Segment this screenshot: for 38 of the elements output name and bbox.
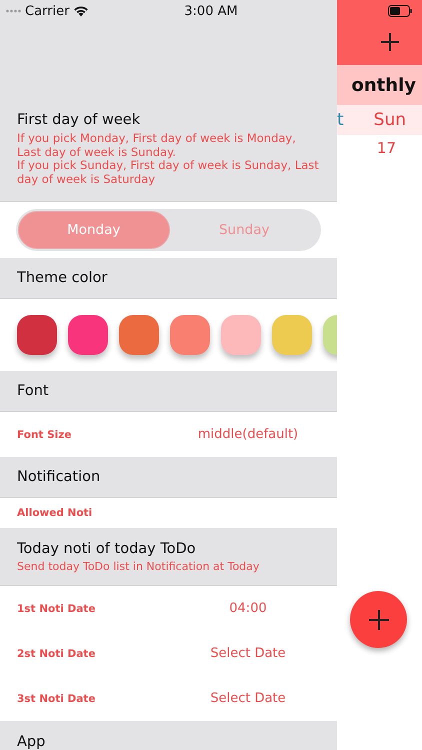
color-swatch[interactable]: [68, 315, 108, 355]
section-header: Font: [0, 371, 337, 412]
weekday-header: Sun: [374, 110, 406, 130]
color-swatch[interactable]: [119, 315, 159, 355]
color-swatch[interactable]: [170, 315, 210, 355]
date-cell[interactable]: 17: [376, 138, 396, 156]
setting-label: 3st Noti Date: [17, 692, 96, 704]
wifi-icon: [73, 5, 90, 17]
setting-label: 2st Noti Date: [17, 648, 96, 660]
month-tab[interactable]: onthly: [351, 74, 416, 96]
section-header: Notification: [0, 457, 337, 498]
setting-label: Allowed Noti: [17, 507, 94, 519]
section-header: Theme color: [0, 258, 337, 299]
color-swatch[interactable]: [272, 315, 312, 355]
segment-option[interactable]: Sunday: [170, 211, 319, 249]
signal-icon: [6, 9, 21, 13]
segment-option[interactable]: Monday: [18, 211, 170, 249]
setting-value[interactable]: 04:00: [177, 601, 319, 616]
clock-time: 3:00 AM: [184, 4, 238, 18]
setting-label: Font Size: [17, 428, 73, 440]
weekday-header: t: [337, 110, 344, 130]
add-button[interactable]: [350, 591, 407, 648]
section-title: First day of week: [17, 112, 142, 128]
description-text: If you pick Monday, First day of week is Monday, Last day of week is Sunday.: [17, 132, 297, 159]
carrier-label: Carrier: [25, 4, 70, 18]
section-header: Today noti of today ToDo: [17, 540, 196, 556]
setting-value[interactable]: middle(default): [177, 427, 319, 442]
section-subtitle: Send today ToDo list in Notification at Today: [17, 560, 260, 572]
section-header: App: [0, 721, 337, 750]
color-swatch[interactable]: [221, 315, 261, 355]
setting-value[interactable]: Select Date: [177, 646, 319, 661]
setting-value[interactable]: Select Date: [177, 691, 319, 706]
description-text: If you pick Sunday, First day of week is Sunday, Last day of week is Saturday: [17, 159, 320, 186]
add-icon[interactable]: [380, 32, 400, 52]
add-icon: [368, 608, 390, 630]
setting-label: 1st Noti Date: [17, 602, 96, 614]
color-swatch[interactable]: [17, 315, 57, 355]
battery-icon: [388, 5, 412, 17]
